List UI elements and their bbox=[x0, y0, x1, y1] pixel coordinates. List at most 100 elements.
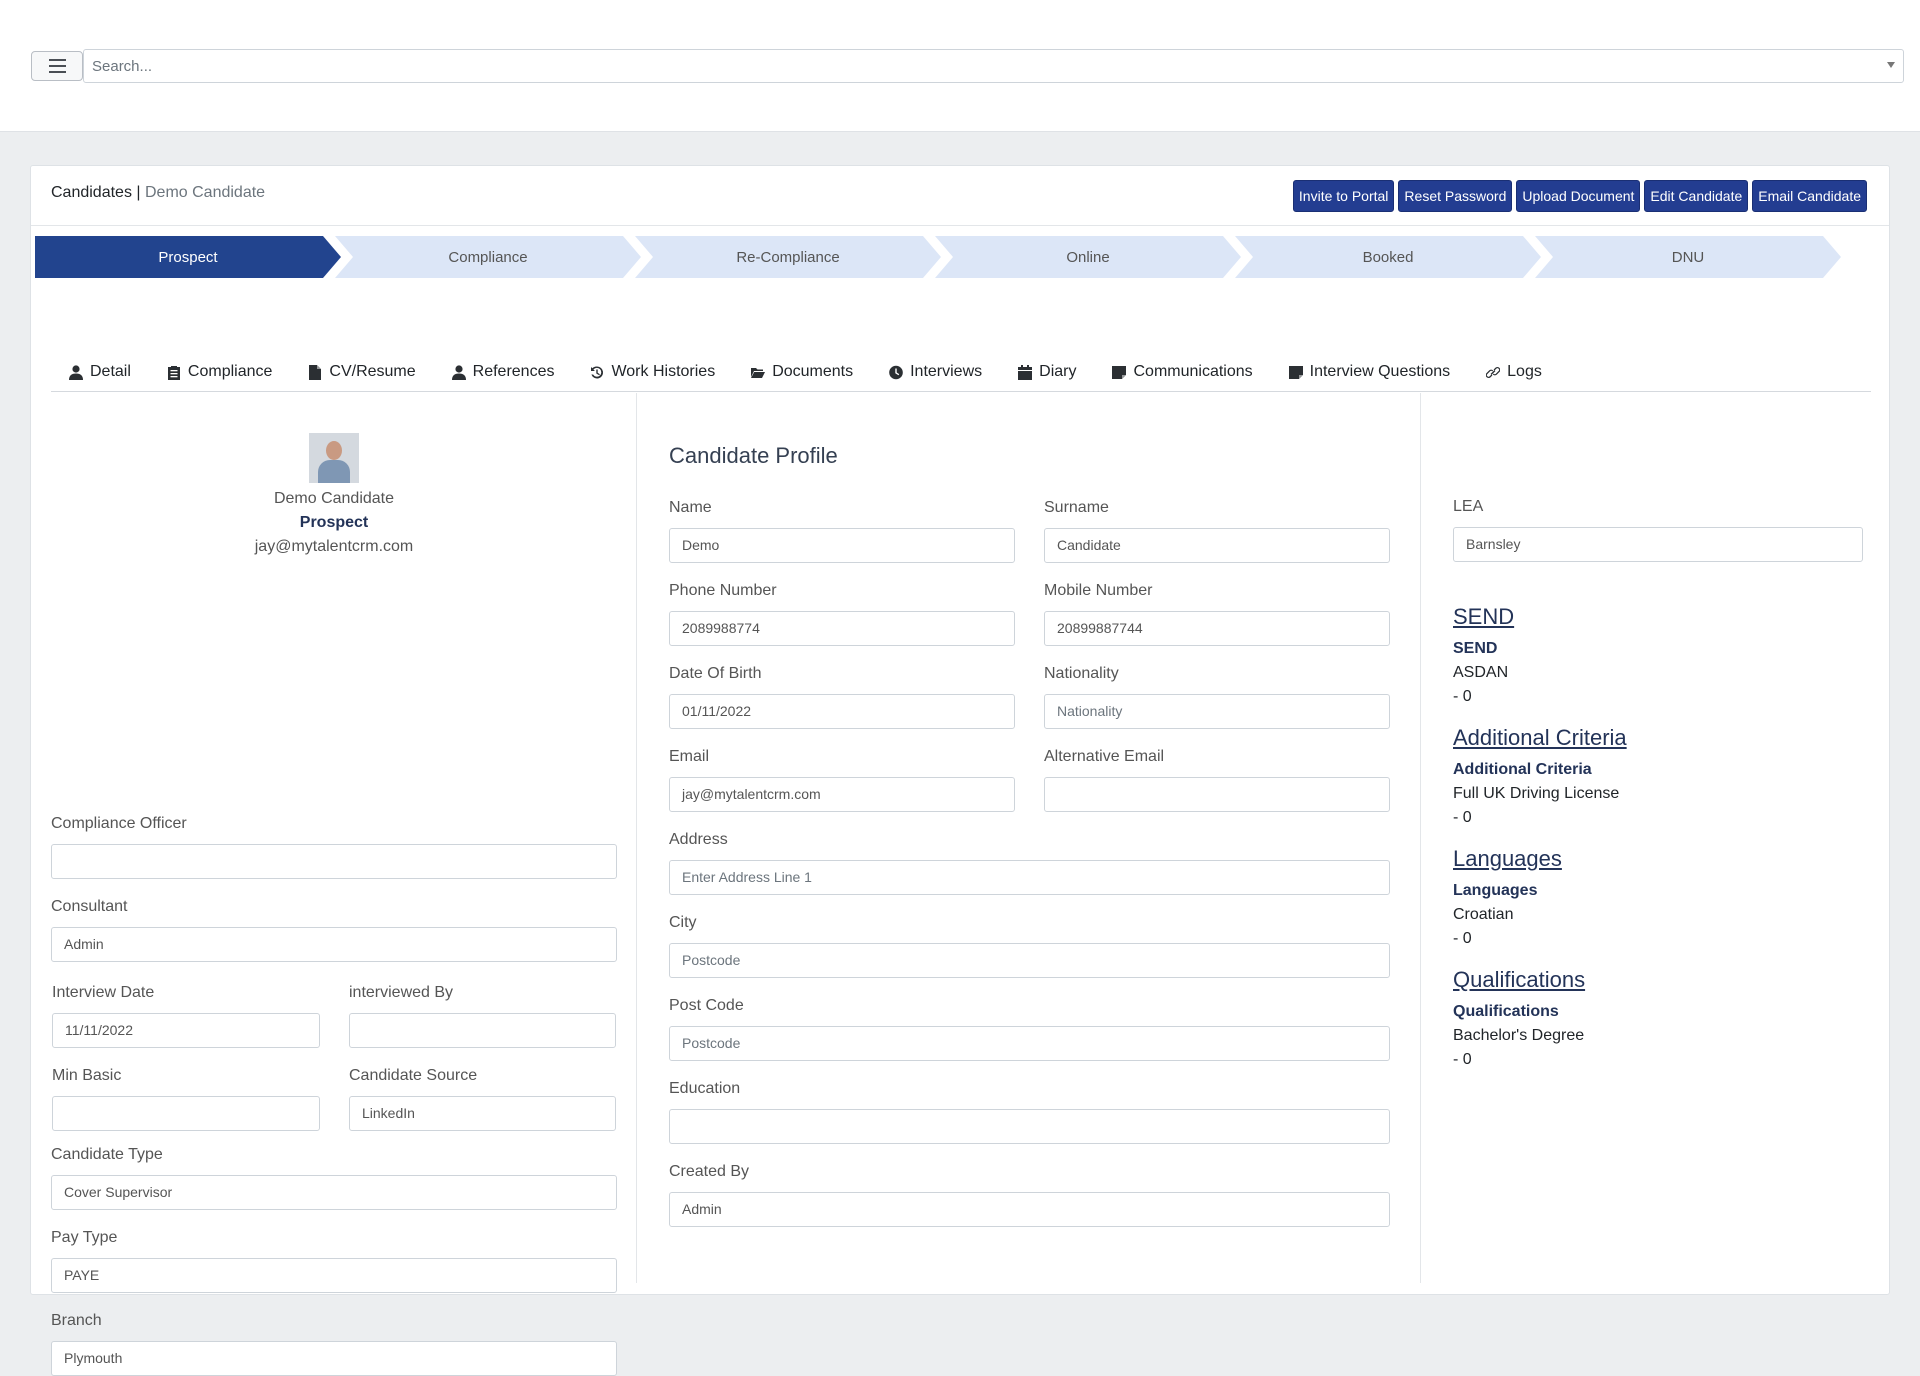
stage-dnu[interactable]: DNU bbox=[1535, 236, 1841, 278]
branch-input[interactable]: Plymouth bbox=[51, 1341, 617, 1376]
stage-prospect[interactable]: Prospect bbox=[35, 236, 341, 278]
search-input[interactable] bbox=[84, 50, 1903, 82]
field-label: Mobile Number bbox=[1044, 582, 1153, 599]
lea-input[interactable]: Barnsley bbox=[1453, 527, 1863, 562]
field-label: Phone Number bbox=[669, 582, 777, 599]
additional-criteria-heading-link[interactable]: Additional Criteria bbox=[1453, 724, 1627, 752]
field-label: Candidate Source bbox=[349, 1067, 478, 1084]
send-heading-link[interactable]: SEND bbox=[1453, 603, 1514, 631]
tab-compliance[interactable]: Compliance bbox=[149, 363, 290, 391]
search-select[interactable] bbox=[83, 49, 1904, 83]
attributes-column: LEA Barnsley SEND SEND ASDAN - 0 Additio… bbox=[1421, 393, 1871, 1283]
sticky-note-icon bbox=[1288, 365, 1303, 379]
compliance-officer-field: Compliance Officer bbox=[51, 814, 617, 879]
caret-down-icon[interactable] bbox=[1887, 62, 1895, 68]
tab-documents[interactable]: Documents bbox=[733, 363, 871, 391]
interview-date-input[interactable]: 11/11/2022 bbox=[52, 1013, 320, 1048]
breadcrumb-section[interactable]: Candidates bbox=[51, 184, 132, 201]
card-header: Candidates | Demo Candidate Invite to Po… bbox=[31, 166, 1889, 226]
field-label: City bbox=[669, 914, 697, 931]
pay-type-input[interactable]: PAYE bbox=[51, 1258, 617, 1293]
field-label: Compliance Officer bbox=[51, 815, 187, 832]
address-input[interactable]: Enter Address Line 1 bbox=[669, 860, 1390, 895]
field-label: Pay Type bbox=[51, 1229, 118, 1246]
email-input[interactable]: jay@mytalentcrm.com bbox=[669, 777, 1015, 812]
field-label: Candidate Type bbox=[51, 1146, 163, 1163]
menu-toggle-button[interactable] bbox=[31, 51, 83, 81]
folder-open-icon bbox=[751, 367, 766, 378]
nationality-input[interactable]: Nationality bbox=[1044, 694, 1390, 729]
edit-candidate-button[interactable]: Edit Candidate bbox=[1644, 180, 1749, 212]
tab-label: Documents bbox=[772, 363, 854, 380]
tab-label: Interview Questions bbox=[1309, 363, 1451, 380]
candidate-type-field: Candidate Type Cover Supervisor bbox=[51, 1145, 617, 1210]
link-icon bbox=[1486, 366, 1501, 378]
mobile-input[interactable]: 20899887744 bbox=[1044, 611, 1390, 646]
tab-work-histories[interactable]: Work Histories bbox=[572, 363, 733, 391]
stage-online[interactable]: Online bbox=[935, 236, 1241, 278]
phone-input[interactable]: 2089988774 bbox=[669, 611, 1015, 646]
compliance-officer-input[interactable] bbox=[51, 844, 617, 879]
city-input[interactable]: Postcode bbox=[669, 943, 1390, 978]
created-by-input[interactable]: Admin bbox=[669, 1192, 1390, 1227]
attr-count: - 0 bbox=[1453, 688, 1472, 705]
education-field: Education bbox=[669, 1079, 1390, 1144]
tab-cv-resume[interactable]: CV/Resume bbox=[290, 363, 433, 391]
tab-interviews[interactable]: Interviews bbox=[871, 363, 1000, 391]
tab-diary[interactable]: Diary bbox=[1000, 363, 1094, 391]
tab-detail[interactable]: Detail bbox=[51, 363, 149, 391]
calendar-icon bbox=[1018, 364, 1033, 380]
tab-communications[interactable]: Communications bbox=[1094, 363, 1270, 391]
tab-logs[interactable]: Logs bbox=[1468, 363, 1560, 391]
min-basic-input[interactable] bbox=[52, 1096, 320, 1131]
candidate-card: Candidates | Demo Candidate Invite to Po… bbox=[30, 165, 1890, 1376]
nationality-field: Nationality Nationality bbox=[1044, 664, 1390, 729]
profile-email: jay@mytalentcrm.com bbox=[254, 538, 414, 555]
reset-password-button[interactable]: Reset Password bbox=[1398, 180, 1513, 212]
section-title: Candidate Profile bbox=[669, 443, 838, 468]
lea-field: LEA Barnsley bbox=[1453, 497, 1863, 562]
languages-heading-link[interactable]: Languages bbox=[1453, 845, 1562, 873]
field-label: Nationality bbox=[1044, 665, 1119, 682]
alt-email-field: Alternative Email bbox=[1044, 747, 1390, 812]
interviewed-by-input[interactable] bbox=[349, 1013, 616, 1048]
invite-to-portal-button[interactable]: Invite to Portal bbox=[1292, 180, 1395, 212]
file-icon bbox=[309, 364, 322, 380]
name-input[interactable]: Demo bbox=[669, 528, 1015, 563]
field-label: Min Basic bbox=[52, 1067, 122, 1084]
postcode-input[interactable]: Postcode bbox=[669, 1026, 1390, 1061]
tab-interview-questions[interactable]: Interview Questions bbox=[1271, 363, 1469, 391]
stage-booked[interactable]: Booked bbox=[1235, 236, 1541, 278]
email-candidate-button[interactable]: Email Candidate bbox=[1752, 180, 1867, 212]
breadcrumb: Candidates | Demo Candidate bbox=[51, 184, 265, 202]
candidate-source-field: Candidate Source LinkedIn bbox=[349, 1066, 616, 1131]
attr-value: Full UK Driving License bbox=[1453, 785, 1620, 802]
alt-email-input[interactable] bbox=[1044, 777, 1390, 812]
stage-compliance[interactable]: Compliance bbox=[335, 236, 641, 278]
tab-references[interactable]: References bbox=[434, 363, 573, 391]
additional-criteria-section: Additional Criteria Additional Criteria … bbox=[1453, 724, 1627, 830]
dob-input[interactable]: 01/11/2022 bbox=[669, 694, 1015, 729]
top-bar bbox=[0, 0, 1920, 132]
postcode-field: Post Code Postcode bbox=[669, 996, 1390, 1061]
profile-stage: Prospect bbox=[299, 514, 369, 531]
field-label: Name bbox=[669, 499, 712, 516]
surname-input[interactable]: Candidate bbox=[1044, 528, 1390, 563]
field-label: Alternative Email bbox=[1044, 748, 1165, 765]
education-input[interactable] bbox=[669, 1109, 1390, 1144]
breadcrumb-separator: | bbox=[131, 184, 145, 201]
created-by-field: Created By Admin bbox=[669, 1162, 1390, 1227]
attr-value: ASDAN bbox=[1453, 664, 1509, 681]
qualifications-heading-link[interactable]: Qualifications bbox=[1453, 966, 1585, 994]
field-label: LEA bbox=[1453, 498, 1484, 515]
upload-document-button[interactable]: Upload Document bbox=[1516, 180, 1641, 212]
field-label: Surname bbox=[1044, 499, 1109, 516]
consultant-input[interactable]: Admin bbox=[51, 927, 617, 962]
candidate-type-input[interactable]: Cover Supervisor bbox=[51, 1175, 617, 1210]
candidate-source-input[interactable]: LinkedIn bbox=[349, 1096, 616, 1131]
attr-count: - 0 bbox=[1453, 809, 1472, 826]
stage-re-compliance[interactable]: Re-Compliance bbox=[635, 236, 941, 278]
tab-label: Work Histories bbox=[611, 363, 716, 380]
user-icon bbox=[69, 364, 83, 380]
sticky-note-icon bbox=[1112, 365, 1127, 379]
